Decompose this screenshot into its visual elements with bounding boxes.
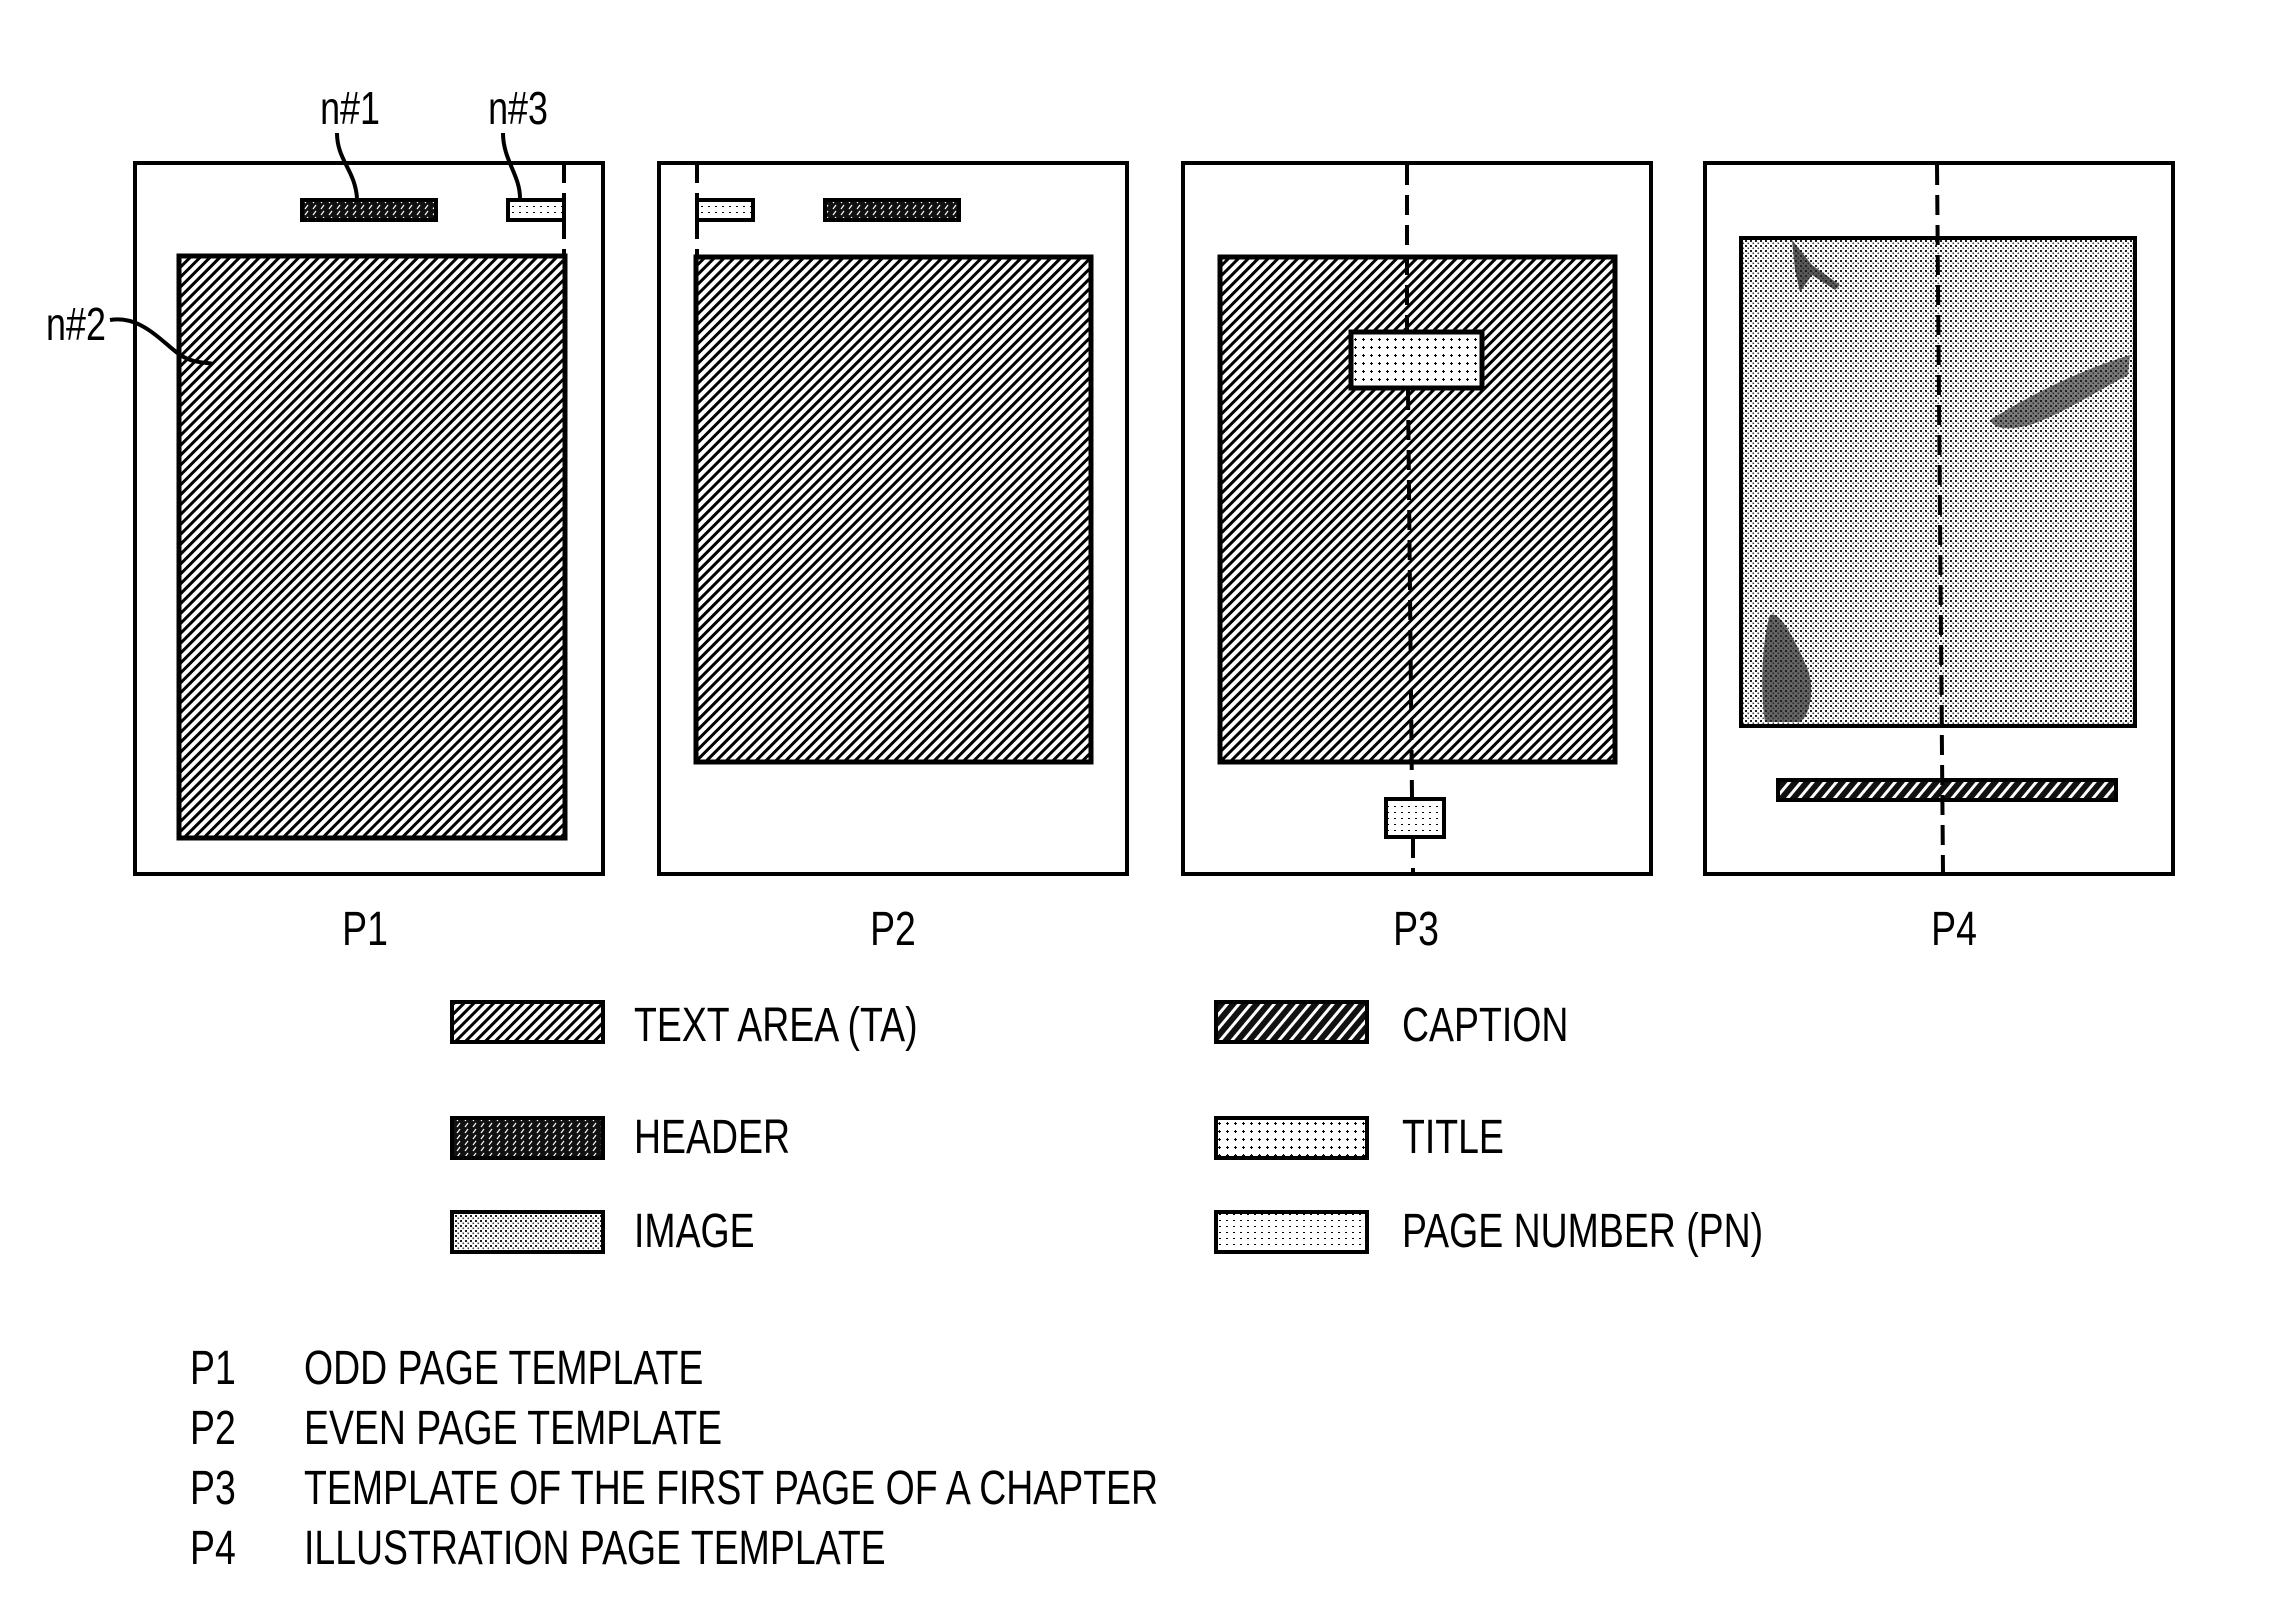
page-label: P4 (1931, 903, 1977, 957)
legend-label: PAGE NUMBER (PN) (1402, 1205, 1763, 1259)
description-row: P2 EVEN PAGE TEMPLATE (190, 1402, 722, 1456)
legend-item-header: HEADER (450, 1111, 790, 1165)
header-block (823, 198, 961, 222)
legend: TEXT AREA (TA) HEADER IMAGE CAPTION TITL… (450, 999, 1763, 1259)
legend-item-title: TITLE (1214, 1111, 1504, 1165)
description-text: EVEN PAGE TEMPLATE (304, 1402, 722, 1456)
page-p2: P2 (657, 161, 1129, 957)
legend-swatch-title (1214, 1116, 1369, 1160)
description-text: TEMPLATE OF THE FIRST PAGE OF A CHAPTER (304, 1462, 1158, 1516)
caption-block (1776, 778, 2118, 802)
description-row: P3 TEMPLATE OF THE FIRST PAGE OF A CHAPT… (190, 1462, 1158, 1516)
legend-item-image: IMAGE (450, 1205, 755, 1259)
legend-item-caption: CAPTION (1214, 999, 1568, 1053)
page-number-block (695, 198, 755, 222)
page-label: P3 (1393, 903, 1439, 957)
callout-n2: n#2 (46, 299, 106, 350)
legend-label: TEXT AREA (TA) (634, 999, 918, 1053)
legend-swatch-image (450, 1210, 605, 1254)
description-code: P3 (190, 1462, 236, 1516)
description-code: P4 (190, 1522, 236, 1576)
page-p4: P4 (1703, 161, 2175, 957)
legend-item-page-number: PAGE NUMBER (PN) (1214, 1205, 1763, 1259)
legend-label: CAPTION (1402, 999, 1568, 1053)
legend-label: HEADER (634, 1111, 790, 1165)
page-templates-figure: n#1 n#3 n#2 P1 P2 P3 P4 TEXT AREA (TA) H… (46, 83, 2175, 1576)
text-area-block (176, 253, 568, 841)
description-code: P2 (190, 1402, 236, 1456)
legend-label: TITLE (1402, 1111, 1504, 1165)
description-code: P1 (190, 1342, 236, 1396)
legend-swatch-page-number (1214, 1210, 1369, 1254)
callout-n1: n#1 (320, 83, 380, 134)
page-label: P1 (342, 903, 388, 957)
page-number-block (506, 198, 566, 222)
page-p1: n#1 n#3 n#2 P1 (46, 83, 605, 957)
header-block (300, 198, 438, 222)
text-area-block (693, 254, 1094, 765)
description-text: ILLUSTRATION PAGE TEMPLATE (304, 1522, 886, 1576)
page-label: P2 (870, 903, 916, 957)
page-p3: P3 (1181, 161, 1653, 957)
legend-item-text-area: TEXT AREA (TA) (450, 999, 918, 1053)
title-block (1348, 329, 1485, 391)
legend-label: IMAGE (634, 1205, 755, 1259)
description-row: P1 ODD PAGE TEMPLATE (190, 1342, 703, 1396)
legend-swatch-text-area (450, 1000, 605, 1044)
description-row: P4 ILLUSTRATION PAGE TEMPLATE (190, 1522, 886, 1576)
page-number-block (1384, 797, 1446, 839)
callout-n3: n#3 (488, 83, 548, 134)
description-text: ODD PAGE TEMPLATE (304, 1342, 703, 1396)
legend-swatch-header (450, 1116, 605, 1160)
template-descriptions: P1 ODD PAGE TEMPLATE P2 EVEN PAGE TEMPLA… (190, 1342, 1158, 1576)
legend-swatch-caption (1214, 1000, 1369, 1044)
